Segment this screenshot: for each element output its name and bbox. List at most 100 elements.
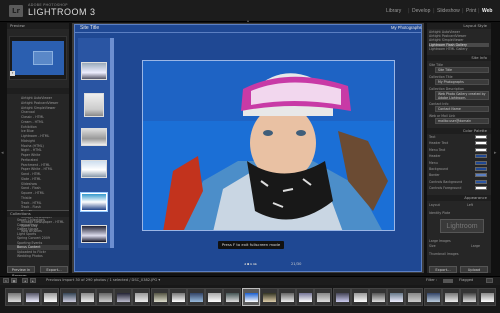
template-browser-header[interactable] <box>7 88 69 94</box>
site-title[interactable]: Site Title <box>80 25 99 31</box>
color-swatch[interactable] <box>475 186 487 191</box>
header-divider <box>74 32 422 33</box>
layout-style-item[interactable]: Lightroom HTML Gallery <box>429 47 489 51</box>
color-swatch[interactable] <box>475 141 487 146</box>
identity-plate-preview[interactable]: Lightroom <box>440 219 484 233</box>
filmstrip-photo <box>226 293 240 302</box>
template-preview-image <box>33 51 53 65</box>
grid-view-icon[interactable]: ▦ <box>11 278 17 283</box>
filmstrip-thumbnail[interactable] <box>23 288 42 306</box>
preview-header[interactable]: Preview <box>7 23 69 29</box>
collection-description-input[interactable]: Web Photo Gallery created by Adobe Light… <box>435 91 489 100</box>
filmstrip-thumbnail[interactable] <box>132 288 151 306</box>
filmstrip-thumbnail[interactable] <box>5 288 23 306</box>
filmstrip-thumbnail[interactable] <box>350 288 369 306</box>
color-swatch[interactable] <box>475 135 487 139</box>
filmstrip-thumbnail[interactable] <box>387 288 406 306</box>
filmstrip-thumbnail[interactable] <box>314 288 333 306</box>
filmstrip-thumbnail[interactable] <box>423 288 442 306</box>
secondary-window-icon[interactable]: 1 <box>3 278 9 283</box>
color-swatch[interactable] <box>475 154 487 159</box>
web-link-input[interactable]: mailto:user@domain <box>435 118 489 124</box>
color-swatch[interactable] <box>475 147 487 152</box>
layout-style-header[interactable]: Layout Style <box>427 23 491 29</box>
filmstrip-thumbnail[interactable] <box>478 288 497 306</box>
color-label: Controls Foreground <box>429 186 462 191</box>
filmstrip-thumbnail[interactable] <box>369 288 387 306</box>
left-panel-toggle-icon[interactable]: ◂ <box>1 150 4 156</box>
site-title-input[interactable]: Site Title <box>435 67 489 73</box>
layout-value[interactable]: Left <box>467 203 487 207</box>
module-slideshow[interactable]: Slideshow <box>437 8 460 14</box>
slideshow-controls[interactable]: ◂ ▪ ▸ ▸▸ <box>244 262 257 266</box>
filmstrip-thumbnail[interactable] <box>77 288 96 306</box>
module-web[interactable]: Web <box>482 8 492 14</box>
filmstrip-thumbnail[interactable] <box>114 288 133 306</box>
filmstrip-thumbnail[interactable] <box>96 288 114 306</box>
appearance-header[interactable]: Appearance <box>427 195 491 201</box>
gallery-thumbnail[interactable] <box>81 128 107 146</box>
flag-filter-icon[interactable] <box>443 279 453 283</box>
filmstrip-thumbnail[interactable] <box>332 288 351 306</box>
filmstrip-photo <box>408 293 422 302</box>
main-photo[interactable] <box>142 60 395 231</box>
filmstrip-thumbnail[interactable] <box>205 288 224 306</box>
filmstrip-photo <box>262 293 276 302</box>
filter-label: Filter : <box>426 278 438 282</box>
filmstrip-thumbnail[interactable] <box>168 288 187 306</box>
filmstrip-photo <box>426 293 440 302</box>
right-panel-toggle-icon[interactable]: ▸ <box>494 150 497 156</box>
filmstrip-thumbnail[interactable] <box>150 288 169 306</box>
filmstrip-photo <box>62 293 76 302</box>
module-library[interactable]: Library <box>386 8 401 14</box>
filmstrip-thumbnail[interactable] <box>441 288 460 306</box>
collection-title-input[interactable]: My Photographs <box>435 79 489 85</box>
image-counter: 21/30 <box>291 262 302 266</box>
upload-button[interactable]: Upload <box>460 266 488 273</box>
filmstrip-photo <box>299 293 313 302</box>
filmstrip-thumbnail-selected[interactable] <box>241 288 260 306</box>
module-separator: | <box>462 8 464 14</box>
module-print[interactable]: Print <box>466 8 476 14</box>
color-swatch[interactable] <box>475 160 487 165</box>
filter-switch-icon[interactable] <box>486 278 493 283</box>
gallery-thumbnail-selected[interactable] <box>81 193 107 211</box>
preview-in-browser-button[interactable]: Preview in Browser... <box>7 266 35 278</box>
flagged-filter-dropdown[interactable]: Flagged <box>459 278 473 282</box>
filmstrip-thumbnail[interactable] <box>278 288 296 306</box>
identity-plate-label[interactable]: Identity Plate <box>429 211 489 215</box>
collection-title[interactable]: My Photographs <box>391 25 422 30</box>
gallery-thumbnail[interactable] <box>81 160 107 178</box>
module-develop[interactable]: Develop <box>412 8 430 14</box>
left-export-button[interactable]: Export... <box>40 266 68 273</box>
collection-item[interactable]: Wedding Photos <box>7 254 69 259</box>
filmstrip-photo <box>153 293 167 302</box>
filmstrip-thumbnail[interactable] <box>223 288 242 306</box>
back-arrow-icon[interactable]: ◂ <box>22 278 28 283</box>
size-value[interactable]: Large <box>471 244 489 248</box>
filmstrip-thumbnail[interactable] <box>259 288 278 306</box>
collections-header[interactable]: Collections <box>7 211 69 217</box>
site-info-header[interactable]: Site Info <box>427 55 491 61</box>
filmstrip-thumbnail[interactable] <box>405 288 424 306</box>
filmstrip-photo <box>208 293 222 302</box>
gallery-thumbnail[interactable] <box>84 93 104 117</box>
thumbnail-scrollbar[interactable] <box>110 38 114 248</box>
filmstrip-thumbnail[interactable] <box>460 288 478 306</box>
contact-info-input[interactable]: Contact Name <box>435 106 489 112</box>
filmstrip-thumbnail[interactable] <box>41 288 60 306</box>
color-palette-header[interactable]: Color Palette <box>427 128 491 134</box>
color-swatch[interactable] <box>475 167 487 171</box>
filmstrip-thumbnail[interactable] <box>187 288 205 306</box>
gallery-thumbnail[interactable] <box>81 62 107 80</box>
filmstrip-thumbnail[interactable] <box>296 288 315 306</box>
gallery-thumbnail[interactable] <box>81 225 107 243</box>
forward-arrow-icon[interactable]: ▸ <box>30 278 36 283</box>
filmstrip-source-info[interactable]: Previous Import 30 of 290 photos / 1 sel… <box>46 278 160 282</box>
color-swatch[interactable] <box>475 179 487 184</box>
color-swatch[interactable] <box>475 173 487 178</box>
right-export-button[interactable]: Export... <box>429 266 457 273</box>
filmstrip-thumbnail[interactable] <box>59 288 78 306</box>
gallery-thumbnail-strip <box>78 38 110 248</box>
color-label: Header Text <box>429 141 449 146</box>
